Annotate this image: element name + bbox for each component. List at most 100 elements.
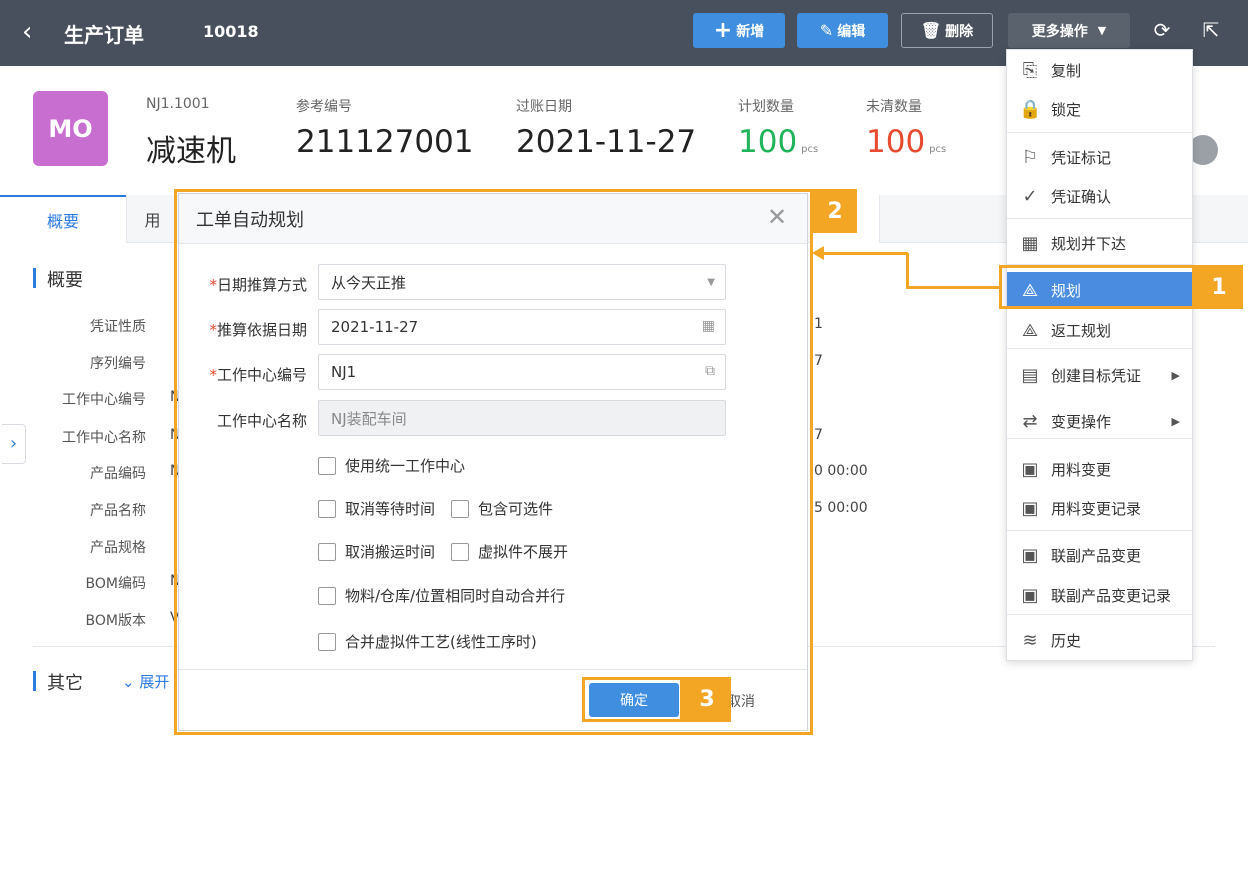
coproduct-change-icon: ▣ (1021, 544, 1039, 566)
menu-item[interactable]: ⎘ 复制 (1007, 52, 1192, 88)
post-date-label: 过账日期 (516, 99, 572, 115)
connector (906, 286, 1000, 289)
menu-divider (1007, 132, 1192, 133)
field-value-right: 5 00:00 (814, 500, 868, 516)
document-type-badge: MO (33, 91, 108, 166)
submenu-arrow-icon: ▶ (1171, 368, 1180, 382)
open-qty-label: 未清数量 (866, 99, 922, 115)
open-qty-value: 100 pcs (866, 124, 947, 160)
menu-item-label: 用料变更记录 (1051, 499, 1142, 518)
check-circle-icon: ✓ (1022, 185, 1038, 207)
doc-icon: ▤ (1021, 364, 1039, 386)
material-change-icon: ▣ (1021, 458, 1039, 480)
more-actions-menu: ⎘ 复制 🔒 锁定 ⚐ 凭证标记 ✓ 凭证确认 ▦ 规划并下达 ⟁ 规划 ⟁ 返工规划 ▤ 创建目标凭证 ▶ ⇄ 变… (1006, 49, 1193, 661)
grid-icon: ▦ (1021, 232, 1039, 254)
step-3-badge: 3 (683, 677, 731, 722)
menu-item-label: 变更操作 (1051, 412, 1112, 431)
menu-divider (1007, 614, 1192, 615)
highlight-plan-item (999, 265, 1195, 309)
menu-item[interactable]: ▣ 联副产品变更记录 (1007, 577, 1192, 613)
copy-icon: ⎘ (1022, 59, 1038, 81)
edit-button[interactable]: ✎ 编辑 (797, 13, 888, 48)
trash-icon: 🗑 (920, 21, 942, 40)
menu-item[interactable]: 🔒 锁定 (1007, 91, 1192, 127)
field-value-right: 1 (814, 316, 823, 332)
tab-overview[interactable]: 概要 (0, 195, 126, 243)
page-title: 生产订单 (64, 23, 144, 47)
menu-item-label: 联副产品变更记录 (1051, 586, 1172, 605)
menu-item[interactable]: ≋ 历史 (1007, 622, 1192, 658)
field-label: BOM版本 (85, 613, 146, 629)
field-value-right: 0 00:00 (814, 463, 868, 479)
more-actions-button[interactable]: 更多操作 ▼ (1008, 13, 1130, 48)
doc-number: 10018 (203, 22, 259, 41)
share-icon[interactable]: ⇱ (1199, 18, 1223, 42)
field-value-right: 7 (814, 427, 823, 443)
rework-plan-icon: ⟁ (1021, 319, 1039, 341)
menu-item[interactable]: ▣ 联副产品变更 (1007, 537, 1192, 573)
refresh-icon[interactable]: ⟳ (1150, 18, 1174, 42)
caret-down-icon: ▼ (1097, 24, 1107, 37)
chevron-down-icon: ⌄ (122, 673, 135, 691)
menu-item-label: 锁定 (1051, 100, 1082, 119)
step-2-badge: 2 (813, 189, 857, 233)
plan-qty-value: 100 pcs (738, 124, 819, 160)
layers-icon: ≋ (1022, 629, 1038, 651)
submenu-arrow-icon: ▶ (1171, 414, 1180, 428)
field-label: 序列编号 (90, 356, 146, 372)
back-icon[interactable]: ‹ (22, 18, 46, 46)
field-label: 工作中心名称 (62, 430, 146, 446)
field-label: BOM编码 (85, 576, 146, 592)
plus-icon: + (713, 18, 733, 43)
highlight-dialog (174, 189, 813, 735)
step-1-badge: 1 (1195, 265, 1243, 309)
menu-divider (1007, 530, 1192, 531)
lock-icon: 🔒 (1019, 98, 1042, 120)
product-code: NJ1.1001 (146, 96, 210, 112)
field-label: 产品编码 (90, 466, 146, 482)
edit-icon: ✎ (819, 21, 834, 40)
field-label: 凭证性质 (90, 319, 146, 335)
delete-button[interactable]: 🗑 删除 (901, 13, 993, 48)
menu-item[interactable]: ▣ 用料变更记录 (1007, 490, 1192, 526)
field-value-right: 7 (814, 353, 823, 369)
menu-item[interactable]: ⚐ 凭证标记 (1007, 139, 1192, 175)
menu-item[interactable]: ✓ 凭证确认 (1007, 178, 1192, 214)
section-other-title: 其它 (33, 669, 83, 695)
ref-value: 211127001 (296, 124, 474, 160)
tab-second[interactable]: 用 (126, 195, 178, 243)
field-label: 产品规格 (90, 540, 146, 556)
menu-divider (1007, 218, 1192, 219)
material-log-icon: ▣ (1021, 497, 1039, 519)
field-label: 工作中心编号 (62, 392, 146, 408)
highlight-ok-button (582, 677, 683, 722)
menu-item[interactable]: ⇄ 变更操作 ▶ (1007, 403, 1192, 439)
arrow-head-icon (812, 246, 824, 260)
field-label: 产品名称 (90, 503, 146, 519)
menu-item-label: 规划并下达 (1051, 234, 1127, 253)
menu-item-label: 历史 (1051, 631, 1082, 650)
ref-label: 参考编号 (296, 99, 352, 115)
coproduct-log-icon: ▣ (1021, 584, 1039, 606)
change-icon: ⇄ (1022, 410, 1038, 432)
menu-item-label: 凭证标记 (1051, 148, 1112, 167)
menu-item-label: 复制 (1051, 61, 1082, 80)
add-button[interactable]: + 新增 (693, 13, 785, 48)
section-overview-title: 概要 (33, 266, 83, 292)
menu-item[interactable]: ▣ 用料变更 (1007, 451, 1192, 487)
menu-divider (1007, 348, 1192, 349)
menu-item[interactable]: ⟁ 返工规划 (1007, 312, 1192, 348)
expand-link[interactable]: ⌄ 展开 (122, 671, 169, 692)
menu-item-label: 联副产品变更 (1051, 546, 1142, 565)
connector (906, 253, 909, 288)
menu-item[interactable]: ▤ 创建目标凭证 ▶ (1007, 357, 1192, 393)
menu-item-label: 返工规划 (1051, 321, 1112, 340)
menu-item-label: 用料变更 (1051, 460, 1112, 479)
menu-item-label: 创建目标凭证 (1051, 366, 1142, 385)
product-name: 减速机 (146, 134, 236, 169)
flag-icon: ⚐ (1021, 146, 1039, 168)
menu-item-label: 凭证确认 (1051, 187, 1112, 206)
post-date-value: 2021-11-27 (516, 124, 697, 160)
connector (822, 252, 908, 255)
menu-item[interactable]: ▦ 规划并下达 (1007, 225, 1192, 261)
